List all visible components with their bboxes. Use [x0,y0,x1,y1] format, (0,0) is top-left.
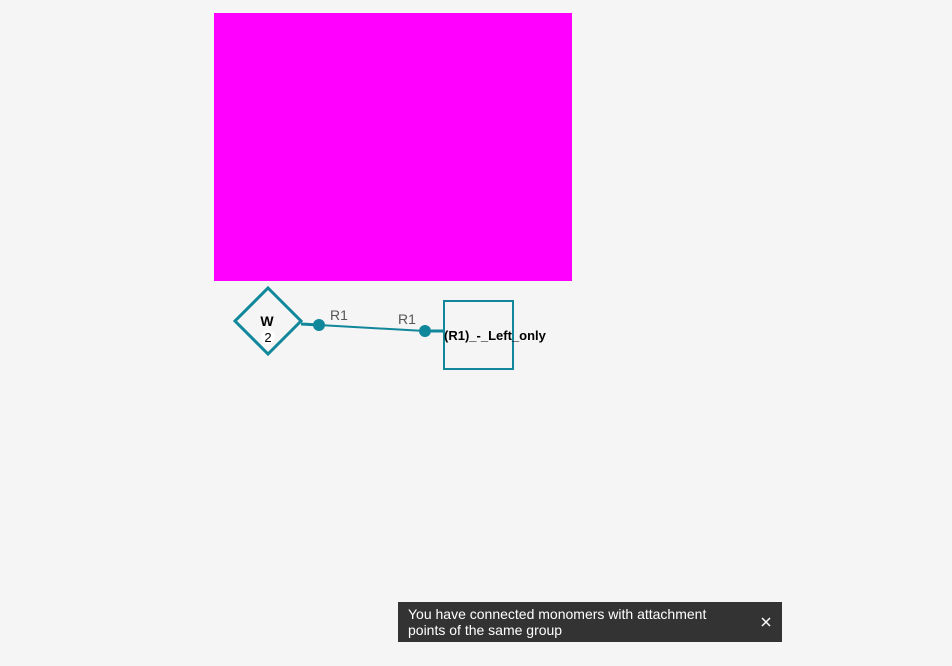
monomer-number: 2 [264,330,271,345]
monomer-diamond-w[interactable]: W 2 [232,285,304,357]
bond[interactable]: R1 R1 [300,307,444,337]
monomer-symbol-w: W [260,313,274,329]
bond-right-label: R1 [398,311,416,327]
editor-canvas[interactable]: R1 R1 W 2 (R1)_-_Left_only You have conn… [0,0,952,666]
close-icon [761,617,771,627]
bond-left-label: R1 [330,307,348,323]
monomer-square-left-only[interactable]: (R1)_-_Left_only [443,300,547,370]
attachment-point-left[interactable] [313,319,325,331]
monomer-structure[interactable]: R1 R1 W 2 (R1)_-_Left_only [0,0,952,666]
toast-message: You have connected monomers with attachm… [408,606,707,638]
attachment-point-right[interactable] [419,325,431,337]
monomer-symbol-left-only: (R1)_-_Left_only [444,328,547,343]
toast-close-button[interactable] [756,612,776,632]
notification-toast: You have connected monomers with attachm… [398,602,782,642]
